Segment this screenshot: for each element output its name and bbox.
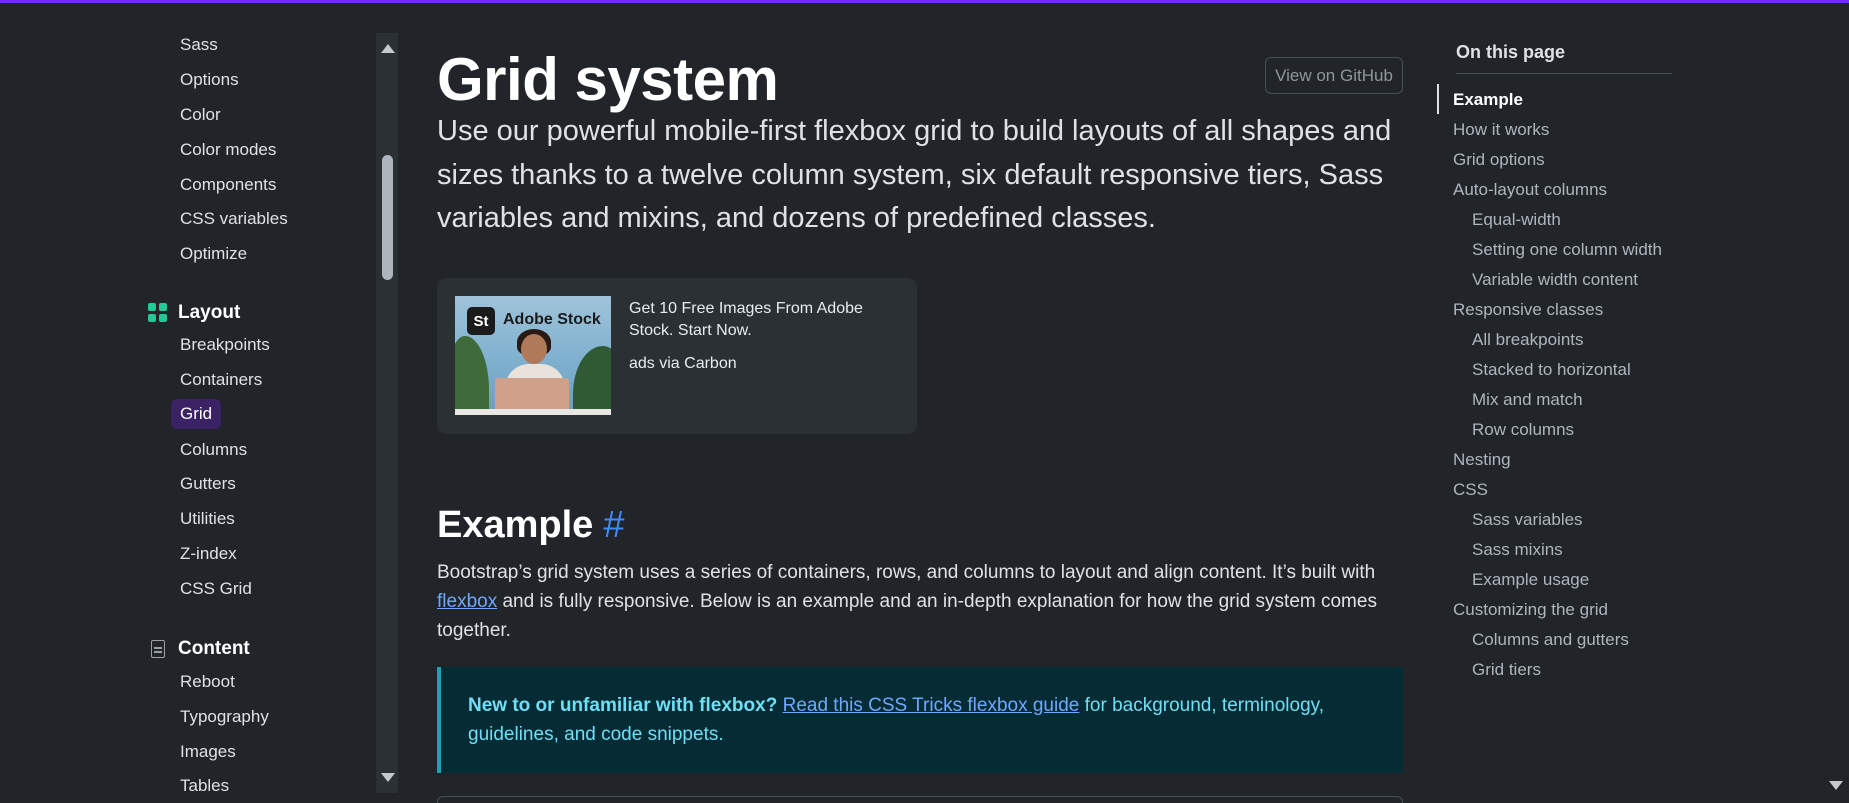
toc-item-stacked-to-horizontal[interactable]: Stacked to horizontal (1472, 359, 1631, 381)
sidebar-item-utilities[interactable]: Utilities (180, 508, 235, 530)
ad-image[interactable]: St Adobe Stock (455, 296, 611, 415)
sidebar-item-css-grid[interactable]: CSS Grid (180, 578, 252, 600)
toc-item-grid-options[interactable]: Grid options (1453, 149, 1545, 171)
toc-item-variable-width-content[interactable]: Variable width content (1472, 269, 1638, 291)
sidebar-group-content: Content (148, 637, 250, 661)
grid-icon (148, 303, 168, 323)
scroll-up-arrow-icon[interactable] (381, 44, 395, 53)
paragraph-text: Bootstrap’s grid system uses a series of… (437, 562, 1376, 583)
toc-item-nesting[interactable]: Nesting (1453, 449, 1511, 471)
flexbox-link[interactable]: flexbox (437, 591, 497, 612)
toc-item-sass-variables[interactable]: Sass variables (1472, 509, 1583, 531)
section-heading-text: Example (437, 504, 594, 546)
sidebar-item-typography[interactable]: Typography (180, 706, 269, 728)
view-on-github-button[interactable]: View on GitHub (1265, 57, 1403, 94)
toc-title: On this page (1456, 42, 1566, 62)
ad-text-link[interactable]: Get 10 Free Images From Adobe Stock. Sta… (629, 298, 904, 342)
toc-item-columns-and-gutters[interactable]: Columns and gutters (1472, 629, 1629, 651)
sidebar-item-color-modes[interactable]: Color modes (180, 139, 276, 161)
sidebar-item-tables[interactable]: Tables (180, 775, 229, 797)
sidebar-item-grid[interactable]: Grid (171, 399, 222, 429)
sidebar-item-breakpoints[interactable]: Breakpoints (180, 334, 270, 356)
adobe-stock-logo: St (467, 307, 495, 335)
toc-item-responsive-classes[interactable]: Responsive classes (1453, 299, 1603, 321)
ads-via-carbon-link[interactable]: ads via Carbon (629, 355, 737, 373)
scroll-down-arrow-icon[interactable] (381, 773, 395, 782)
toc-item-css[interactable]: CSS (1453, 479, 1488, 501)
toc-item-mix-and-match[interactable]: Mix and match (1472, 389, 1583, 411)
sidebar-item-sass[interactable]: Sass (180, 34, 218, 56)
sidebar-item-images[interactable]: Images (180, 741, 236, 763)
sidebar-scroll-thumb[interactable] (382, 155, 393, 280)
section-heading-example: Example # (437, 502, 624, 548)
lead-paragraph: Use our powerful mobile-first flexbox gr… (437, 115, 1392, 234)
sidebar-group-layout: Layout (148, 301, 240, 325)
sidebar-group-label: Content (178, 638, 250, 659)
info-callout: New to or unfamiliar with flexbox? Read … (437, 667, 1403, 773)
toc-item-how-it-works[interactable]: How it works (1453, 119, 1549, 141)
page-scroll-down-arrow-icon[interactable] (1829, 781, 1843, 790)
sidebar-item-z-index[interactable]: Z-index (180, 543, 237, 565)
css-tricks-flexbox-guide-link[interactable]: Read this CSS Tricks flexbox guide (783, 695, 1080, 716)
toc-item-sass-mixins[interactable]: Sass mixins (1472, 539, 1563, 561)
carbon-ad[interactable]: St Adobe Stock Get 10 Free Images From A… (437, 278, 917, 434)
toc-item-equal-width[interactable]: Equal-width (1472, 209, 1561, 231)
sidebar-item-containers[interactable]: Containers (180, 369, 262, 391)
document-icon (151, 640, 165, 658)
sidebar-item-gutters[interactable]: Gutters (180, 473, 236, 495)
sidebar-item-components[interactable]: Components (180, 174, 276, 196)
intro-paragraph: Bootstrap’s grid system uses a series of… (437, 558, 1409, 645)
toc-item-row-columns[interactable]: Row columns (1472, 419, 1574, 441)
toc-item-setting-one-column-width[interactable]: Setting one column width (1472, 239, 1662, 261)
callout-bold-text: New to or unfamiliar with flexbox? (468, 695, 778, 716)
toc-item-all-breakpoints[interactable]: All breakpoints (1472, 329, 1584, 351)
page-title: Grid system (437, 46, 779, 113)
toc-item-grid-tiers[interactable]: Grid tiers (1472, 659, 1541, 681)
example-code-box (437, 796, 1403, 803)
sidebar-item-css-variables[interactable]: CSS variables (180, 208, 288, 230)
toc-item-auto-layout-columns[interactable]: Auto-layout columns (1453, 179, 1607, 201)
paragraph-text: and is fully responsive. Below is an exa… (437, 591, 1377, 641)
toc-divider (1456, 73, 1672, 74)
toc-active-indicator (1437, 84, 1439, 114)
ad-brand-name: Adobe Stock (503, 311, 601, 328)
callout-text: New to or unfamiliar with flexbox? Read … (468, 691, 1388, 749)
sidebar-group-label: Layout (178, 302, 241, 323)
toc-item-example[interactable]: Example (1453, 89, 1523, 111)
sidebar-item-optimize[interactable]: Optimize (180, 243, 247, 265)
sidebar-item-columns[interactable]: Columns (180, 439, 247, 461)
toc-item-customizing-the-grid[interactable]: Customizing the grid (1453, 599, 1608, 621)
docs-sidebar: Sass Options Color Color modes Component… (0, 3, 376, 803)
toc-item-example-usage[interactable]: Example usage (1472, 569, 1589, 591)
sidebar-item-options[interactable]: Options (180, 69, 239, 91)
sidebar-item-reboot[interactable]: Reboot (180, 671, 235, 693)
heading-anchor-link[interactable]: # (603, 504, 624, 546)
sidebar-scrollbar[interactable] (376, 33, 398, 793)
sidebar-item-color[interactable]: Color (180, 104, 221, 126)
